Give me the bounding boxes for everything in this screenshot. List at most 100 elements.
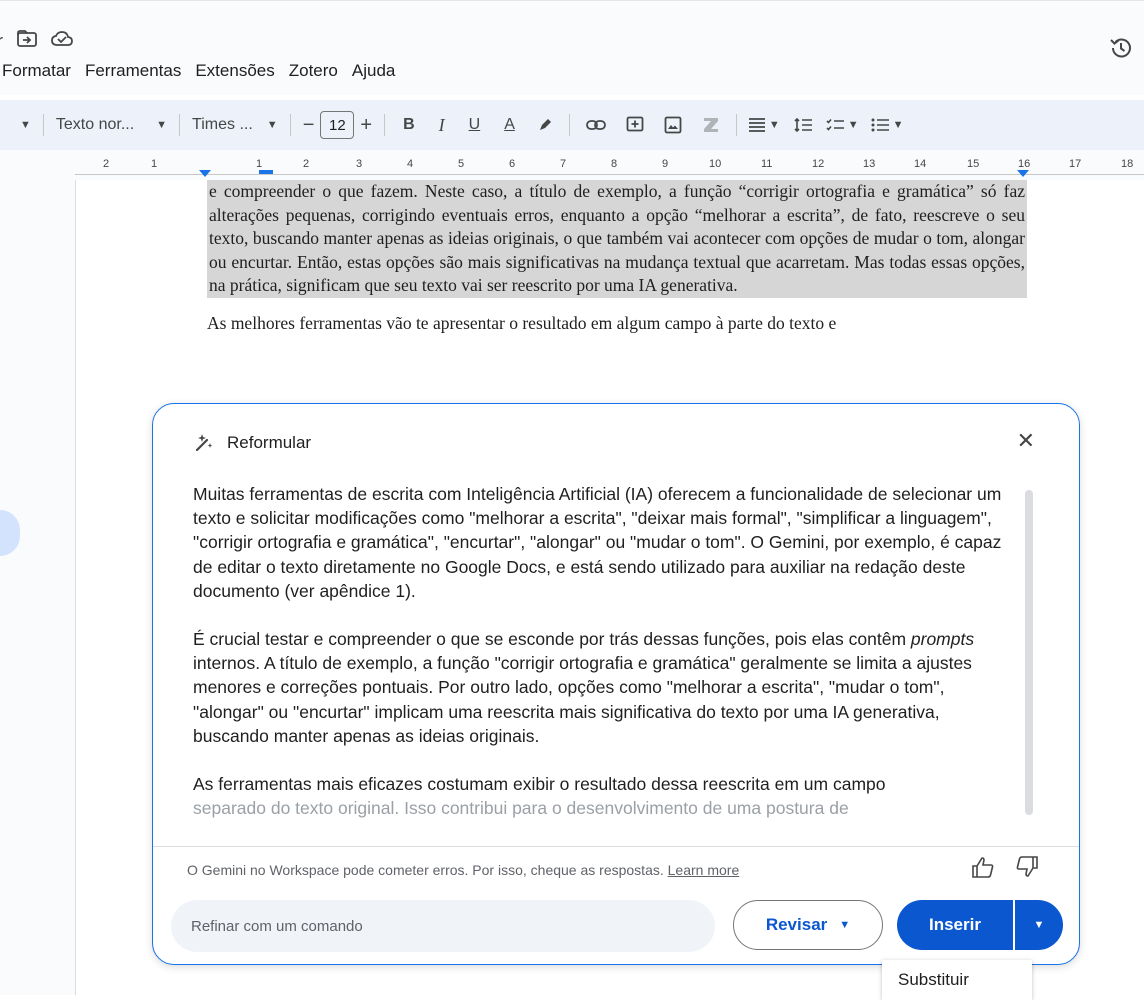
ruler-label: 9: [662, 158, 669, 170]
ruler-label: 12: [812, 158, 825, 170]
top-bar: r Formatar Ferramentas Extensões Zotero …: [0, 0, 1144, 95]
toolbar-divider: [735, 114, 737, 136]
ruler-label: 2: [303, 158, 310, 170]
suggestion-paragraph: Muitas ferramentas de escrita com Inteli…: [193, 484, 1002, 601]
ruler-label: 5: [458, 158, 465, 170]
checklist-icon: [826, 118, 844, 131]
suggestion-paragraph: É crucial testar e compreender o que se …: [193, 627, 1009, 748]
faded-text: separado do texto original. Isso contrib…: [193, 798, 849, 819]
close-icon[interactable]: ✕: [1017, 430, 1035, 452]
ruler-label: 2: [103, 158, 110, 170]
decrease-font-button[interactable]: −: [297, 109, 321, 141]
bullet-list-dropdown[interactable]: ▼: [865, 109, 910, 141]
thumbs-up-icon[interactable]: [971, 856, 995, 878]
menu-bar: Formatar Ferramentas Extensões Zotero Aj…: [0, 59, 397, 83]
gemini-rephrase-panel: Reformular ✕ Muitas ferramentas de escri…: [152, 403, 1080, 965]
disclaimer: O Gemini no Workspace pode cometer erros…: [187, 862, 739, 878]
document-paragraph[interactable]: As melhores ferramentas vão te apresenta…: [207, 312, 1027, 336]
ruler-label: 1: [256, 158, 263, 170]
paragraph-style-label: Texto nor...: [55, 116, 135, 133]
paragraph-style-dropdown[interactable]: Texto nor... ▼: [50, 109, 173, 141]
ruler-label: 14: [914, 158, 927, 170]
menu-ferramentas[interactable]: Ferramentas: [83, 59, 183, 83]
menu-ajuda[interactable]: Ajuda: [350, 59, 397, 83]
chevron-down-icon: ▼: [266, 119, 278, 131]
align-justify-icon: [748, 118, 765, 132]
version-history-icon[interactable]: [1108, 35, 1134, 61]
learn-more-link[interactable]: Learn more: [668, 862, 740, 878]
feedback-buttons: [971, 856, 1039, 878]
chevron-down-icon: ▼: [847, 119, 859, 131]
formatting-toolbar: ▼ Texto nor... ▼ Times ... ▼ − 12 + B I …: [0, 100, 1144, 150]
ruler-label: 10: [709, 158, 722, 170]
chevron-down-icon: ▼: [1033, 919, 1045, 931]
scrollbar[interactable]: [1025, 490, 1033, 815]
bullet-list-icon: [871, 118, 889, 132]
insert-options-button[interactable]: ▼: [1015, 900, 1063, 950]
ruler-label: 15: [967, 158, 980, 170]
underline-button[interactable]: U: [457, 109, 493, 141]
toolbar-divider: [384, 114, 386, 136]
move-icon[interactable]: [17, 29, 37, 53]
align-dropdown[interactable]: ▼: [743, 109, 786, 141]
revise-button[interactable]: Revisar ▼: [733, 900, 883, 950]
insert-link-button[interactable]: [576, 109, 616, 141]
outline-toggle[interactable]: [0, 510, 20, 556]
selected-paragraph[interactable]: e compreender o que fazem. Neste caso, a…: [207, 180, 1027, 298]
italic-button[interactable]: I: [427, 109, 457, 141]
highlighter-icon: [539, 119, 551, 130]
ruler-label: 11: [761, 158, 773, 170]
doc-status-icons: r: [0, 29, 73, 53]
line-spacing-button[interactable]: [786, 109, 820, 141]
link-icon: [585, 120, 606, 130]
checklist-dropdown[interactable]: ▼: [820, 109, 865, 141]
toolbar-divider: [568, 114, 570, 136]
refine-input[interactable]: Refinar com um comando: [171, 900, 715, 952]
increase-font-button[interactable]: +: [354, 109, 378, 141]
font-label: Times ...: [192, 116, 253, 133]
chevron-down-icon: ▼: [839, 919, 851, 931]
ruler-label: 18: [1121, 158, 1134, 170]
left-indent-marker[interactable]: [199, 170, 211, 177]
italic-text: prompts: [910, 629, 975, 650]
zoom-dropdown-caret[interactable]: ▼: [0, 109, 37, 141]
ruler-label: 13: [863, 158, 876, 170]
panel-header: Reformular: [193, 432, 311, 454]
right-indent-marker[interactable]: [1017, 170, 1029, 177]
menu-extensoes[interactable]: Extensões: [193, 59, 276, 83]
ruler-label: 8: [611, 158, 618, 170]
comment-plus-icon: [626, 116, 644, 132]
add-comment-button[interactable]: [616, 109, 654, 141]
paragraph-text: internos. A título de exemplo, a função …: [193, 653, 972, 746]
paragraph-text: As ferramentas mais eficazes costumam ex…: [193, 774, 886, 795]
toolbar-divider: [179, 114, 181, 136]
highlight-button[interactable]: [527, 109, 563, 141]
chevron-down-icon: ▼: [768, 119, 780, 131]
font-size-input[interactable]: 12: [320, 111, 355, 139]
suggestion-paragraph: As ferramentas mais eficazes costumam ex…: [193, 772, 1009, 820]
first-line-indent-marker[interactable]: [259, 170, 273, 174]
bold-button[interactable]: B: [391, 109, 427, 141]
text-color-button[interactable]: A: [492, 109, 527, 141]
ruler-label: 4: [407, 158, 414, 170]
ruler-label: 6: [509, 158, 516, 170]
ruler-label: 17: [1069, 158, 1082, 170]
horizontal-ruler: 2 1 1 2 3 4 5 6 7 8 9 10 11 12 13 14 15 …: [0, 150, 1144, 180]
toolbar-divider: [42, 114, 44, 136]
revise-label: Revisar: [765, 915, 828, 934]
line-spacing-icon: [794, 118, 812, 132]
document-body[interactable]: e compreender o que fazem. Neste caso, a…: [207, 180, 1027, 335]
font-dropdown[interactable]: Times ... ▼: [186, 109, 284, 141]
suggestion-text: Muitas ferramentas de escrita com Inteli…: [193, 482, 1009, 840]
insert-image-button[interactable]: [654, 109, 692, 141]
replace-menu-item[interactable]: Substituir: [882, 960, 1032, 1000]
cloud-saved-icon[interactable]: [51, 30, 73, 53]
ruler-label: 3: [356, 158, 363, 170]
sparkle-pen-icon: [195, 434, 213, 452]
clear-format-button[interactable]: [692, 109, 730, 141]
thumbs-down-icon[interactable]: [1015, 856, 1039, 878]
insert-button[interactable]: Inserir: [897, 900, 1013, 950]
ruler-label: 7: [560, 158, 567, 170]
menu-formatar[interactable]: Formatar: [0, 59, 73, 83]
menu-zotero[interactable]: Zotero: [287, 59, 340, 83]
